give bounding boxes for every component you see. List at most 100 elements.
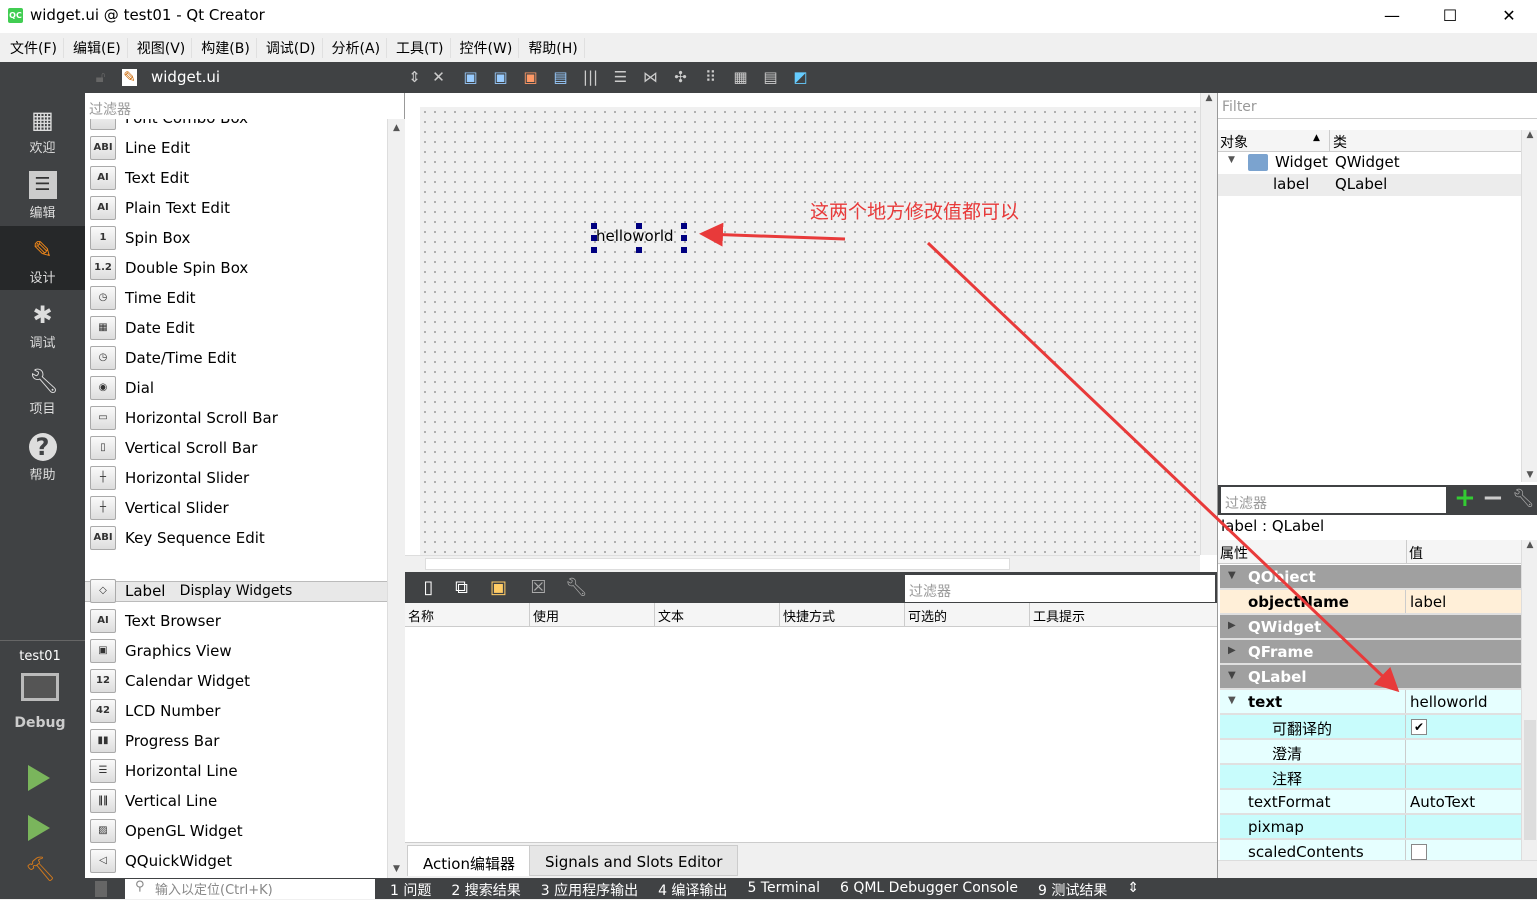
property-value[interactable]: AutoText: [1410, 793, 1475, 811]
widget-item[interactable]: ▯ Vertical Scroll Bar: [85, 433, 387, 463]
tree-row-widget[interactable]: ▼ Widget QWidget: [1218, 152, 1523, 174]
property-row[interactable]: ▶ QWidget: [1220, 615, 1522, 640]
menu-tools[interactable]: 工具(T): [390, 37, 451, 58]
widget-item[interactable]: 1.2 Double Spin Box: [85, 253, 387, 283]
widget-item[interactable]: ◁ QQuickWidget: [85, 846, 387, 876]
menu-file[interactable]: 文件(F): [4, 37, 64, 58]
delete-action-icon[interactable]: ☒: [530, 579, 547, 597]
expand-arrow-icon[interactable]: ▼: [1228, 695, 1236, 706]
selection-handles[interactable]: [591, 223, 687, 253]
property-row[interactable]: ▼ text helloworld: [1220, 690, 1522, 715]
property-row[interactable]: ▼ QObject: [1220, 565, 1522, 590]
widget-item[interactable]: ◷ Date/Time Edit: [85, 343, 387, 373]
run-icon[interactable]: [28, 765, 50, 791]
close-document-icon[interactable]: ✕: [430, 69, 447, 86]
scroll-up-icon[interactable]: ▲: [388, 123, 405, 133]
widget-box-scrollbar[interactable]: ▲ ▼: [387, 119, 405, 878]
layout-v-splitter-icon[interactable]: ✣: [672, 69, 689, 86]
property-row[interactable]: textFormat AutoText: [1220, 790, 1522, 815]
property-value[interactable]: label: [1410, 593, 1446, 611]
widget-item[interactable]: ▣ Graphics View: [85, 636, 387, 666]
maximize-button[interactable]: ☐: [1435, 4, 1465, 28]
menu-analyze[interactable]: 分析(A): [326, 37, 388, 58]
output-test-results[interactable]: 9 测试结果: [1038, 880, 1107, 900]
mode-help[interactable]: ? 帮助: [0, 423, 85, 487]
edit-tab-order-icon[interactable]: ▤: [552, 69, 569, 86]
widget-item[interactable]: 1 Spin Box: [85, 223, 387, 253]
mode-welcome[interactable]: ▦ 欢迎: [0, 96, 85, 160]
layout-h-splitter-icon[interactable]: ⋈: [642, 69, 659, 86]
widget-filter-input[interactable]: 过滤器: [85, 93, 404, 119]
open-file-name[interactable]: widget.ui: [151, 68, 220, 86]
widget-item[interactable]: ◉ Dial: [85, 373, 387, 403]
configure-icon[interactable]: 🔧︎: [565, 579, 588, 597]
output-application-output[interactable]: 3 应用程序输出: [541, 880, 638, 900]
configure-icon[interactable]: 🔧︎: [1512, 488, 1535, 509]
widget-item[interactable]: Font Combo Box: [85, 119, 387, 133]
menu-widgets[interactable]: 控件(W): [454, 37, 520, 58]
debug-run-icon[interactable]: [28, 815, 50, 841]
property-row[interactable]: ▶ QFrame: [1220, 640, 1522, 665]
column-checkable[interactable]: 可选的: [905, 603, 1030, 626]
adjust-size-icon[interactable]: ◩: [792, 69, 809, 86]
edit-buddies-icon[interactable]: ▣: [522, 69, 539, 86]
widget-item[interactable]: AI Text Browser: [85, 606, 387, 636]
property-row[interactable]: ▼ QLabel: [1220, 665, 1522, 690]
scroll-up-icon[interactable]: ▲: [1522, 130, 1537, 140]
widget-item[interactable]: ☰ Horizontal Line: [85, 756, 387, 786]
expand-arrow-icon[interactable]: ▼: [1228, 570, 1236, 581]
output-compile-output[interactable]: 4 编译输出: [658, 880, 727, 900]
tree-row-label[interactable]: label QLabel: [1218, 174, 1523, 196]
add-property-icon[interactable]: +: [1454, 483, 1476, 513]
property-scrollbar[interactable]: ▲: [1521, 540, 1537, 860]
scroll-up-icon[interactable]: ▲: [1522, 540, 1537, 550]
copy-action-icon[interactable]: ⧉: [453, 579, 470, 597]
property-row[interactable]: 可翻译的 ✔: [1220, 715, 1522, 740]
menu-help[interactable]: 帮助(H): [522, 37, 585, 58]
expand-arrow-icon[interactable]: ▼: [1228, 670, 1236, 681]
file-switcher-icon[interactable]: ⇕: [406, 69, 423, 86]
menu-debug[interactable]: 调试(D): [260, 37, 323, 58]
property-filter-input[interactable]: 过滤器: [1221, 487, 1446, 513]
widget-item[interactable]: AI Text Edit: [85, 163, 387, 193]
mode-edit[interactable]: ☰ 编辑: [0, 161, 85, 225]
build-hammer-icon[interactable]: 🔨︎: [25, 855, 55, 883]
column-object[interactable]: 对象: [1220, 132, 1248, 152]
widget-item[interactable]: ▨ OpenGL Widget: [85, 816, 387, 846]
property-row[interactable]: 澄清: [1220, 740, 1522, 765]
column-property[interactable]: 属性: [1220, 543, 1248, 563]
kit-config[interactable]: Debug: [0, 715, 80, 731]
layout-form-icon[interactable]: ⠿: [702, 69, 719, 86]
column-class[interactable]: 类: [1333, 132, 1347, 152]
mode-projects[interactable]: 🔧︎ 项目: [0, 357, 85, 421]
monitor-icon[interactable]: [21, 673, 59, 701]
object-tree-scrollbar[interactable]: ▲ ▼: [1521, 130, 1537, 482]
paste-action-icon[interactable]: ▣: [490, 579, 507, 597]
kit-project[interactable]: test01: [0, 649, 80, 664]
widget-item[interactable]: ABI Line Edit: [85, 133, 387, 163]
output-qml-debugger[interactable]: 6 QML Debugger Console: [840, 880, 1018, 900]
column-value[interactable]: 值: [1409, 543, 1423, 563]
widget-item[interactable]: 42 LCD Number: [85, 696, 387, 726]
scroll-thumb[interactable]: [425, 558, 1010, 570]
widget-item[interactable]: AI Plain Text Edit: [85, 193, 387, 223]
widget-item[interactable]: ABI Key Sequence Edit: [85, 523, 387, 553]
widget-item[interactable]: ▮▮ Progress Bar: [85, 726, 387, 756]
locator-input[interactable]: ⚲ 输入以定位(Ctrl+K): [125, 879, 375, 899]
scroll-down-icon[interactable]: ▼: [388, 864, 405, 874]
toggle-sidebar-icon[interactable]: [95, 881, 107, 897]
object-filter-input[interactable]: Filter: [1218, 93, 1537, 119]
tab-signals-slots-editor[interactable]: Signals and Slots Editor: [529, 845, 739, 876]
scroll-up-icon[interactable]: ▲: [1201, 93, 1217, 103]
property-row[interactable]: scaledContents: [1220, 840, 1522, 860]
menu-build[interactable]: 构建(B): [195, 37, 257, 58]
widget-item[interactable]: ┼ Horizontal Slider: [85, 463, 387, 493]
output-issues[interactable]: 1 问题: [390, 880, 431, 900]
menu-view[interactable]: 视图(V): [131, 37, 193, 58]
property-row[interactable]: objectName label: [1220, 590, 1522, 615]
property-hscroll[interactable]: [1218, 860, 1537, 878]
collapse-arrow-icon[interactable]: ▶: [1228, 620, 1236, 631]
checkbox[interactable]: ✔: [1411, 719, 1427, 735]
canvas-vscroll[interactable]: ▲: [1200, 93, 1217, 555]
output-search-results[interactable]: 2 搜索结果: [451, 880, 520, 900]
